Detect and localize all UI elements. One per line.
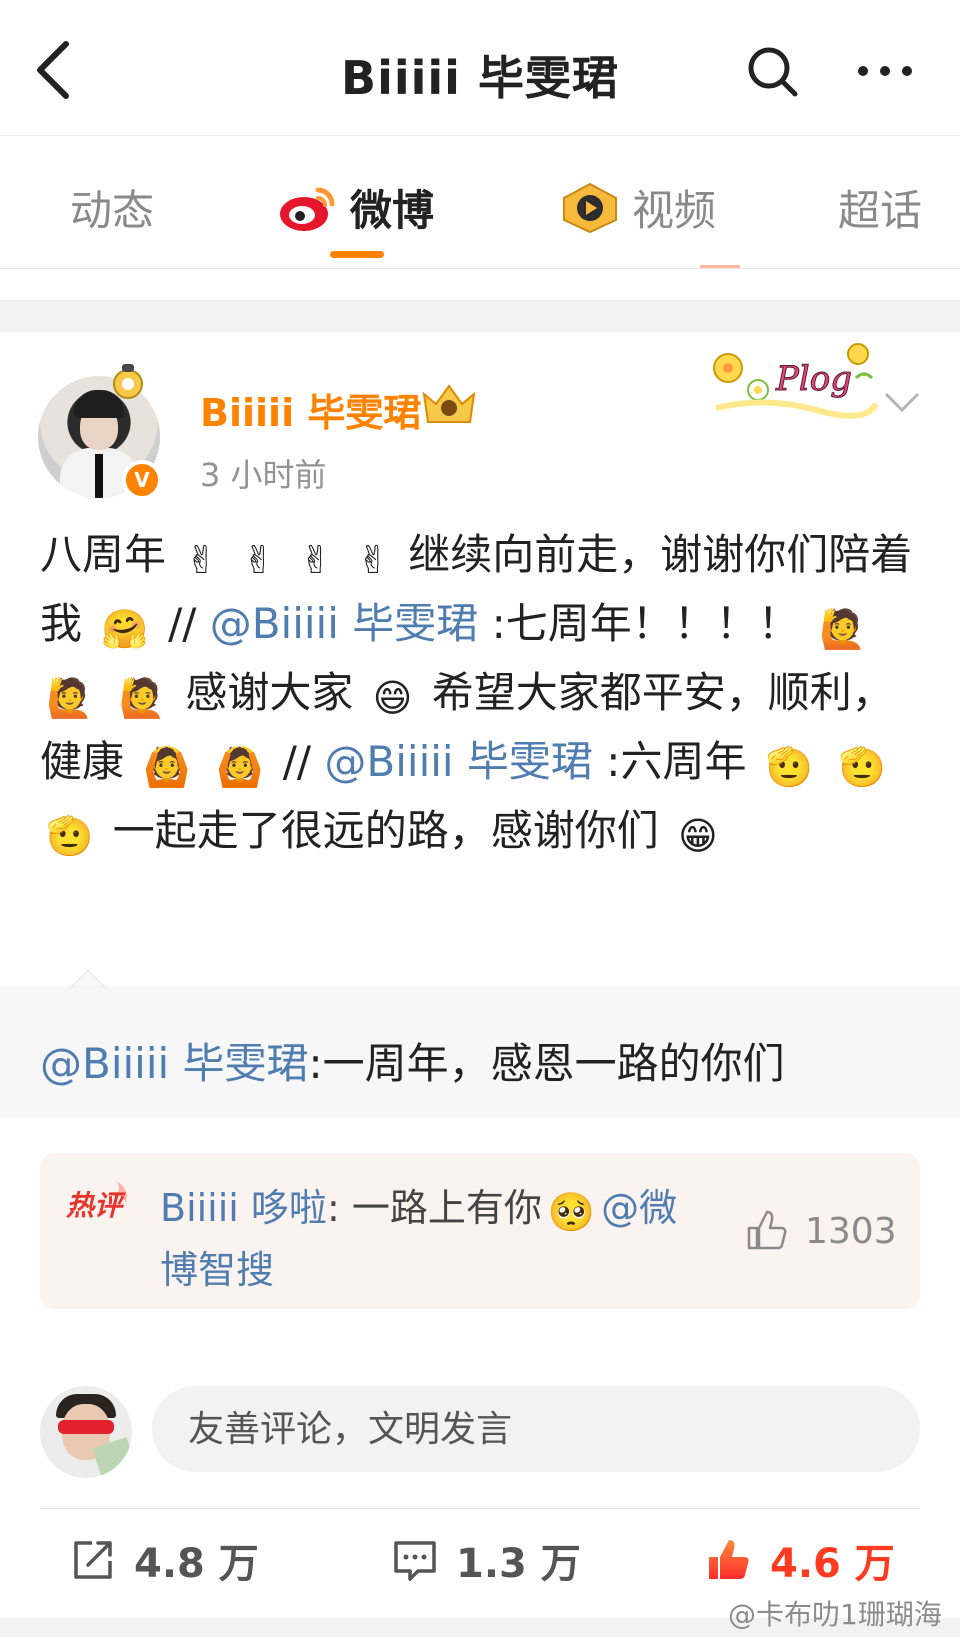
post-text-segment: :七周年！！！！ <box>491 599 814 648</box>
post-text-segment: 八周年 <box>40 530 167 579</box>
hot-comment-badge-text: 热评 <box>65 1189 126 1222</box>
post-timestamp: 3 小时前 <box>200 456 327 494</box>
grin-emoji-icon: 😁 <box>678 814 718 858</box>
salute-emoji-icon: 🫡 <box>838 745 886 789</box>
plog-sticker-text: Plog <box>775 359 852 399</box>
page-title: Biiiii 毕雯珺 <box>341 51 619 105</box>
search-icon[interactable] <box>745 44 799 98</box>
profile-tab-bar: 动态 微博 视频 超话 <box>0 137 960 269</box>
salute-emoji-icon: 🫡 <box>46 814 94 858</box>
repost-count: 4.8 万 <box>134 1541 259 1587</box>
like-count: 4.6 万 <box>770 1541 895 1587</box>
hug-emoji-icon: 🤗 <box>101 607 149 651</box>
hot-comment-like-count: 1303 <box>805 1211 897 1252</box>
hot-comment-badge-icon: 热评 <box>65 1181 127 1222</box>
open-arms-emoji-icon: 🙆 <box>143 745 191 789</box>
repost-separator: // <box>168 599 197 648</box>
original-post-text: @Biiiii 毕雯珺:一周年，感恩一路的你们 <box>40 1030 785 1091</box>
comment-button[interactable]: 1.3 万 <box>392 1530 581 1590</box>
avatar-pendant-icon <box>113 364 143 399</box>
post-text-segment: 一起走了很远的路，感谢你们 <box>112 806 659 855</box>
victory-hand-icon: ✌ <box>356 538 389 582</box>
thumbs-up-filled-icon <box>709 1540 749 1579</box>
tab-video[interactable]: 视频 <box>560 177 716 238</box>
hot-comment-text: Biiiii 哆啦: 一路上有你 🥺 @微博智搜 <box>160 1177 680 1301</box>
victory-hand-icon: ✌ <box>242 538 275 582</box>
section-separator <box>0 300 960 332</box>
mention-link[interactable]: @Biiiii 毕雯珺 <box>324 737 593 786</box>
watermark-text: @卡布叻1珊瑚海 <box>728 1598 942 1631</box>
laughing-emoji-icon: 😄 <box>372 676 413 720</box>
raise-hand-emoji-icon: 🙋 <box>46 676 94 720</box>
comment-input[interactable] <box>152 1386 920 1472</box>
pleading-emoji-icon: 🥺 <box>547 1190 596 1234</box>
active-tab-indicator <box>330 251 384 258</box>
comment-icon <box>394 1541 436 1581</box>
mention-link[interactable]: @Biiiii 毕雯珺 <box>40 1039 309 1088</box>
tab-weibo-label: 微博 <box>350 186 435 235</box>
victory-hand-icon: ✌ <box>299 538 332 582</box>
tab-dynamic[interactable]: 动态 <box>70 177 154 238</box>
raise-hand-emoji-icon: 🙋 <box>118 676 167 720</box>
like-button[interactable]: 4.6 万 <box>706 1530 895 1590</box>
author-name[interactable]: Biiiii 毕雯珺 <box>200 382 421 437</box>
hot-comment-card[interactable]: 热评 Biiiii 哆啦: 一路上有你 🥺 @微博智搜 1303 <box>40 1153 920 1309</box>
repost-icon <box>74 1541 112 1579</box>
tab-weibo[interactable]: 微博 <box>278 177 434 238</box>
post-text-segment: 感谢大家 <box>185 668 354 717</box>
victory-hand-icon: ✌ <box>185 538 218 582</box>
video-badge-icon <box>563 182 617 233</box>
repost-button[interactable]: 4.8 万 <box>70 1530 259 1590</box>
thumbs-up-icon[interactable] <box>745 1208 789 1252</box>
hot-comment-username[interactable]: Biiiii 哆啦 <box>160 1186 327 1230</box>
tab-super-topic[interactable]: 超话 <box>838 177 922 238</box>
tab-super-topic-label: 超话 <box>838 186 923 235</box>
top-nav-bar: Biiiii 毕雯珺 <box>0 0 960 136</box>
raise-hand-emoji-icon: 🙋 <box>819 607 867 651</box>
open-arms-emoji-icon: 🙆 <box>216 745 264 789</box>
tab-transition-line <box>700 265 740 268</box>
post-content: 八周年 ✌ ✌ ✌ ✌ 继续向前走，谢谢你们陪着我 🤗 // @Biiiii 毕… <box>40 520 920 865</box>
mention-link[interactable]: @Biiiii 毕雯珺 <box>210 599 479 648</box>
verified-badge-icon: V <box>122 460 162 500</box>
chevron-down-icon[interactable] <box>880 384 924 420</box>
tab-video-label: 视频 <box>632 186 717 235</box>
crown-member-icon <box>422 384 476 423</box>
salute-emoji-icon: 🫡 <box>765 745 814 789</box>
footer-divider <box>40 1508 920 1509</box>
tab-dynamic-label: 动态 <box>70 186 155 235</box>
repost-separator: // <box>282 737 312 786</box>
more-options-icon[interactable] <box>855 56 915 86</box>
comment-count: 1.3 万 <box>456 1541 581 1587</box>
original-post-body: :一周年，感恩一路的你们 <box>308 1039 785 1088</box>
repost-caret-icon <box>70 969 106 988</box>
post-text-segment: :六周年 <box>606 737 747 786</box>
current-user-avatar[interactable] <box>40 1386 132 1478</box>
plog-sticker-icon[interactable]: Plog <box>706 338 882 420</box>
hot-comment-body: : 一路上有你 <box>326 1186 542 1230</box>
weibo-logo-icon <box>280 187 335 231</box>
